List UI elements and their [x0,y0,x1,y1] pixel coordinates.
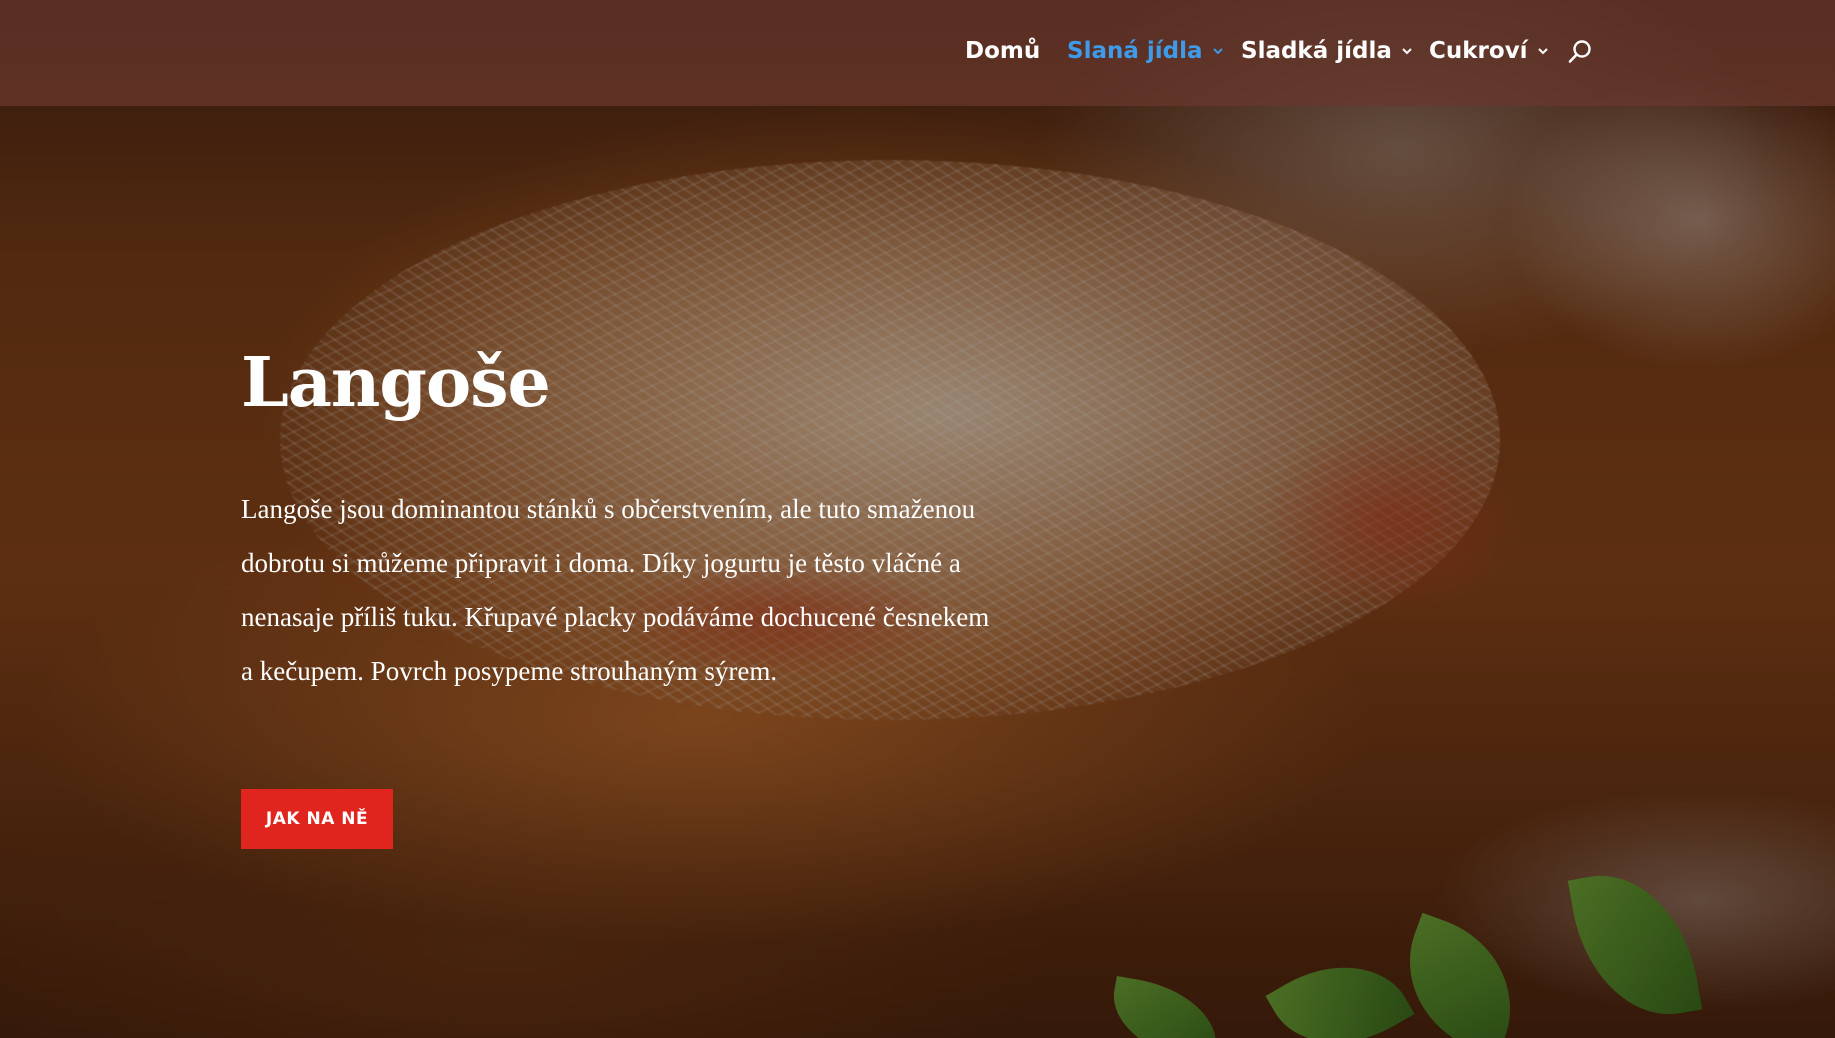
main-navigation: Domů Slaná jídla Sladká jídla Cukroví [0,0,1835,104]
nav-item-label: Domů [965,38,1041,64]
hero-title: Langoše [241,343,551,423]
nav-item-domu[interactable]: Domů [965,36,1040,66]
chevron-down-icon [1402,48,1412,55]
nav-item-label: Slaná jídla [1067,38,1203,64]
jak-na-ne-button[interactable]: JAK NA NĚ [241,789,393,849]
search-icon[interactable] [1567,39,1593,65]
page: Domů Slaná jídla Sladká jídla Cukroví La… [0,0,1835,1038]
nav-item-cukrovi[interactable]: Cukroví [1429,36,1549,66]
nav-item-sladka-jidla[interactable]: Sladká jídla [1241,36,1413,66]
hero-description: Langoše jsou dominantou stánků s občerst… [241,494,990,686]
nav-item-label: Cukroví [1429,38,1528,64]
chevron-down-icon [1537,48,1548,55]
nav-item-slana-jidla[interactable]: Slaná jídla [1067,36,1224,66]
chevron-down-icon [1212,48,1223,55]
nav-item-label: Sladká jídla [1241,38,1392,64]
site-header: Domů Slaná jídla Sladká jídla Cukroví [0,0,1835,106]
